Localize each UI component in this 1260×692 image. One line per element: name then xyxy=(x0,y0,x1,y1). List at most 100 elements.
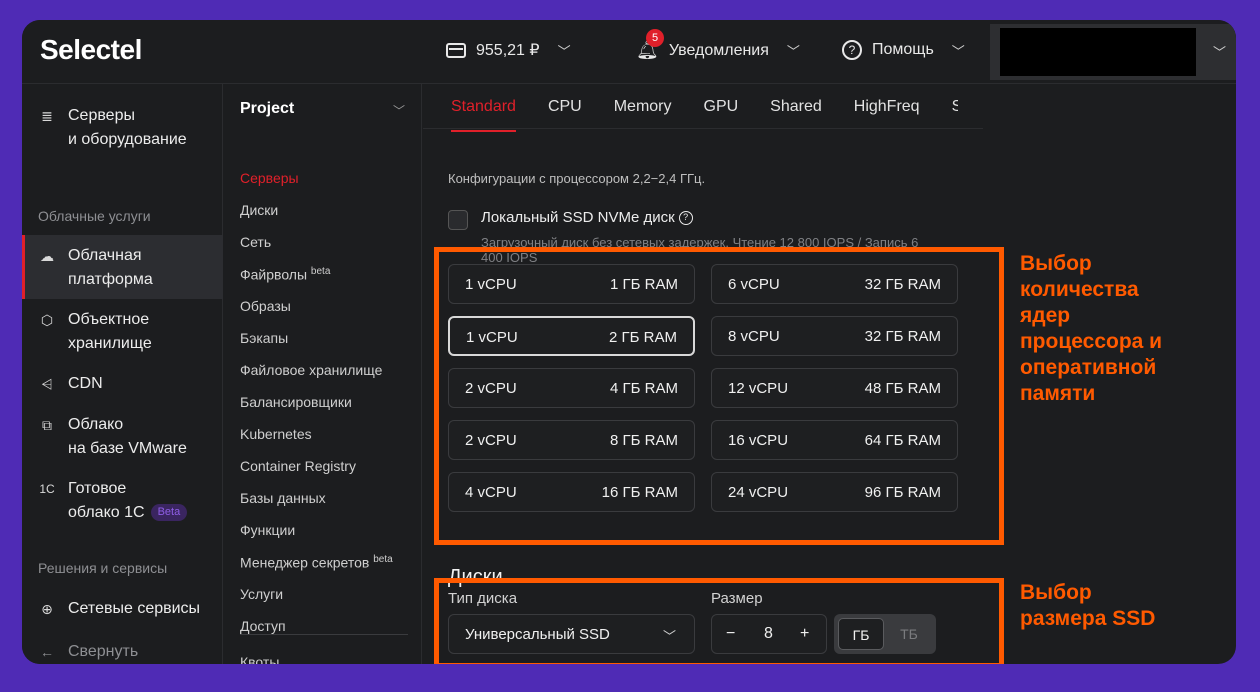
divider xyxy=(240,634,408,635)
section-cloud-services: Облачные услуги xyxy=(38,208,151,224)
project-menu-kubernetes[interactable]: Kubernetes xyxy=(240,426,312,442)
project-menu-load-balancers[interactable]: Балансировщики xyxy=(240,394,352,410)
app-window: Selectel 955,21 ₽ ﹀ 🔔︎ 5 Уведомления ﹀ ? … xyxy=(22,20,1236,664)
annotation-line: Выбор xyxy=(1020,581,1092,604)
tab-standard[interactable]: Standard xyxy=(451,98,516,132)
project-menu-container-registry[interactable]: Container Registry xyxy=(240,458,356,474)
annotation-line: памяти xyxy=(1020,382,1096,405)
server-icon: ≣ xyxy=(41,108,53,124)
project-menu-quotas[interactable]: Квоты xyxy=(240,654,279,664)
sidebar-item-servers[interactable]: ≣ Серверы и оборудование xyxy=(22,104,223,152)
annotation-line: процессора и xyxy=(1020,330,1163,353)
beta-sup: beta xyxy=(373,554,393,565)
help-dropdown[interactable]: ? Помощь ﹀ xyxy=(842,40,965,60)
balance-value: 955,21 ₽ xyxy=(476,42,540,59)
annotation-line: количества xyxy=(1020,278,1139,301)
main-content: Standard CPU Memory GPU Shared HighFreq … xyxy=(423,84,1236,664)
project-menu-disks[interactable]: Диски xyxy=(240,202,278,218)
project-menu-secrets-manager[interactable]: Менеджер секретов beta xyxy=(240,554,393,571)
help-icon[interactable]: ? xyxy=(678,211,693,226)
sidebar-item-label: Серверы xyxy=(68,107,135,124)
balance-dropdown[interactable]: 955,21 ₽ ﹀ xyxy=(446,40,571,60)
beta-sup: beta xyxy=(310,266,331,277)
cube-icon: ⬡ xyxy=(40,312,54,328)
sidebar-item-label: Облачная xyxy=(68,247,142,264)
1c-icon: 1С xyxy=(39,482,55,496)
tab-gpu[interactable]: GPU xyxy=(704,98,739,132)
sidebar-item-label: хранилище xyxy=(68,335,152,352)
project-menu-file-storage[interactable]: Файловое хранилище xyxy=(240,362,382,378)
cloud-icon: ☁ xyxy=(40,248,54,264)
chevron-down-icon: ﹀ xyxy=(557,43,571,59)
sidebar-item-label: платформа xyxy=(68,271,153,288)
config-tabs: Standard CPU Memory GPU Shared HighFreq … xyxy=(451,98,990,132)
tab-cpu[interactable]: CPU xyxy=(548,98,582,132)
project-menu-servers[interactable]: Серверы xyxy=(240,170,299,186)
wallet-icon xyxy=(446,42,466,58)
chevron-down-icon[interactable]: ﹀ xyxy=(393,102,405,119)
help-label: Помощь xyxy=(872,41,934,58)
project-menu-services[interactable]: Услуги xyxy=(240,586,283,602)
highlight-box-ssd xyxy=(434,578,1004,664)
sidebar-item-cloud-platform[interactable]: ☁ Облачная платформа xyxy=(22,235,223,299)
tabs-divider xyxy=(423,128,983,129)
chevron-down-icon: ﹀ xyxy=(786,44,800,59)
menu-label: Менеджер секретов xyxy=(240,554,370,571)
menu-label: Файрволы xyxy=(240,266,308,283)
project-menu-backups[interactable]: Бэкапы xyxy=(240,330,288,346)
project-menu: Project ﹀ Серверы Диски Сеть Файрволы be… xyxy=(224,84,422,664)
project-menu-access[interactable]: Доступ xyxy=(240,618,286,634)
local-ssd-checkbox[interactable] xyxy=(448,210,468,230)
main-sidebar: ≣ Серверы и оборудование Облачные услуги… xyxy=(22,84,223,664)
sidebar-item-label: на базе VMware xyxy=(68,440,187,457)
sidebar-item-label: Готовое xyxy=(68,480,127,497)
highlight-box-cpu-ram xyxy=(434,247,1004,545)
annotation-line: Выбор xyxy=(1020,252,1092,275)
notifications-dropdown[interactable]: 🔔︎ 5 Уведомления ﹀ xyxy=(636,29,800,61)
help-icon: ? xyxy=(842,40,862,60)
annotation-line: размера SSD xyxy=(1020,607,1156,630)
globe-icon: ⊕ xyxy=(41,601,53,617)
sidebar-item-object-storage[interactable]: ⬡ Объектное хранилище xyxy=(22,308,223,356)
vmware-icon: ⧉ xyxy=(42,417,52,433)
tab-highfreq[interactable]: HighFreq xyxy=(854,98,920,132)
sidebar-item-label: Облако xyxy=(68,416,124,433)
chevron-down-icon: ﹀ xyxy=(951,43,965,59)
project-menu-firewalls[interactable]: Файрволы beta xyxy=(240,266,330,283)
sidebar-item-label: CDN xyxy=(68,375,103,392)
project-menu-network[interactable]: Сеть xyxy=(240,234,271,250)
tab-shared[interactable]: Shared xyxy=(770,98,822,132)
sidebar-item-1c[interactable]: 1С Готовое облако 1С Beta xyxy=(22,477,223,525)
tab-memory[interactable]: Memory xyxy=(614,98,672,132)
notifications-label: Уведомления xyxy=(668,41,769,59)
cdn-icon: ⩤ xyxy=(41,376,53,392)
account-name-redacted xyxy=(1000,28,1196,76)
annotation-cpu-ram: Выбор количества ядер процессора и опера… xyxy=(1020,251,1162,407)
project-menu-images[interactable]: Образы xyxy=(240,298,291,314)
project-selector[interactable]: Project xyxy=(240,100,294,118)
annotation-ssd: Выбор размера SSD xyxy=(1020,580,1155,632)
sidebar-item-label: облако 1С xyxy=(68,504,145,521)
chevron-down-icon: ﹀ xyxy=(1212,45,1226,60)
annotation-line: оперативной xyxy=(1020,356,1157,379)
project-menu-functions[interactable]: Функции xyxy=(240,522,295,538)
account-menu[interactable]: ﹀ xyxy=(990,24,1236,80)
sidebar-item-label: и оборудование xyxy=(68,131,187,148)
arrow-left-icon: ← xyxy=(40,644,54,660)
config-description: Конфигурации с процессором 2,2−2,4 ГГц. xyxy=(448,171,706,186)
sidebar-item-network-services[interactable]: ⊕ Сетевые сервисы xyxy=(22,597,223,621)
collapse-sidebar-button[interactable]: ← Свернуть xyxy=(22,640,223,664)
sidebar-item-label: Объектное xyxy=(68,311,150,328)
sidebar-item-cdn[interactable]: ⩤ CDN xyxy=(22,372,223,396)
beta-badge: Beta xyxy=(150,504,188,522)
project-menu-databases[interactable]: Базы данных xyxy=(240,490,326,506)
annotation-line: ядер xyxy=(1020,304,1071,327)
collapse-label: Свернуть xyxy=(68,643,139,660)
notifications-badge: 5 xyxy=(646,29,664,47)
selectel-logo[interactable]: Selectel xyxy=(40,34,142,66)
tab-s[interactable]: S xyxy=(952,98,958,132)
sidebar-item-label: Сетевые сервисы xyxy=(68,600,201,617)
sidebar-item-vmware[interactable]: ⧉ Облако на базе VMware xyxy=(22,413,223,461)
top-bar: Selectel 955,21 ₽ ﹀ 🔔︎ 5 Уведомления ﹀ ? … xyxy=(22,20,1236,84)
local-ssd-label: Локальный SSD NVMe диск? xyxy=(481,209,693,226)
